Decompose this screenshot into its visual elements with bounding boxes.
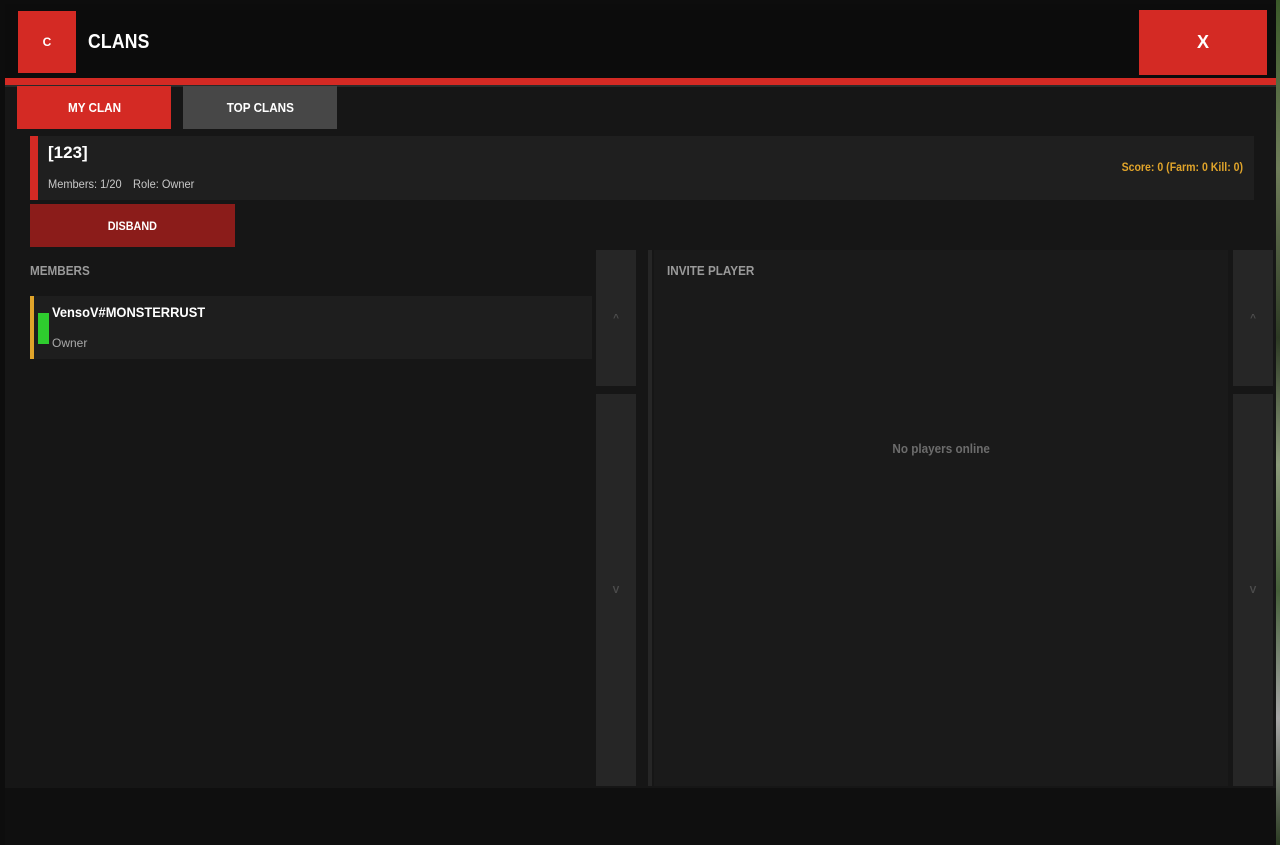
clan-name: [123] <box>48 143 88 162</box>
disband-label: DISBAND <box>107 218 158 233</box>
members-heading: MEMBERS <box>30 263 96 278</box>
members-scroll-down-button[interactable]: V <box>596 394 636 786</box>
close-button[interactable]: X <box>1139 10 1267 75</box>
tab-my-clan[interactable]: MY CLAN <box>17 86 171 129</box>
page-title: CLANS <box>88 31 150 53</box>
invite-player-heading: INVITE PLAYER <box>667 263 764 278</box>
no-players-text: No players online <box>892 441 990 456</box>
disband-button[interactable]: DISBAND <box>30 204 235 247</box>
member-role: Owner <box>52 336 88 350</box>
no-players-message: No players online <box>654 441 1228 456</box>
tab-top-clans-label: TOP CLANS <box>226 100 294 115</box>
invite-player-panel <box>654 250 1228 786</box>
members-scroll-up-button[interactable]: ^ <box>596 250 636 386</box>
online-status-indicator <box>38 313 49 344</box>
clan-logo-icon: C <box>18 11 76 73</box>
panel-divider <box>648 250 652 786</box>
clan-score-text: Score: 0 (Farm: 0 Kill: 0) <box>1121 160 1243 174</box>
clan-members-count: Members: 1/20 <box>48 177 122 191</box>
header: C CLANS X <box>5 4 1276 78</box>
clan-info-card: [123] Members: 1/20 Role: Owner Score: 0… <box>30 136 1254 200</box>
tab-top-clans[interactable]: TOP CLANS <box>183 86 337 129</box>
member-accent-bar <box>30 296 34 359</box>
member-name-text: VensoV#MONSTERRUST <box>52 304 206 320</box>
invite-scroll-down-button[interactable]: V <box>1233 394 1273 786</box>
clan-role: Role: Owner <box>133 177 195 191</box>
tab-my-clan-label: MY CLAN <box>67 100 121 115</box>
game-background <box>1276 0 1280 845</box>
clan-accent-bar <box>30 136 38 200</box>
invite-player-heading-text: INVITE PLAYER <box>667 263 755 278</box>
members-heading-text: MEMBERS <box>30 263 90 278</box>
invite-scroll-up-button[interactable]: ^ <box>1233 250 1273 386</box>
member-name: VensoV#MONSTERRUST <box>52 304 218 320</box>
footer <box>5 788 1276 845</box>
list-item[interactable]: VensoV#MONSTERRUST Owner <box>30 296 592 359</box>
clan-score: Score: 0 (Farm: 0 Kill: 0) <box>1105 160 1243 174</box>
clan-meta: Members: 1/20 Role: Owner <box>48 177 200 191</box>
clans-window: C CLANS X MY CLAN TOP CLANS [123] Member… <box>5 4 1276 845</box>
header-divider <box>5 78 1276 85</box>
